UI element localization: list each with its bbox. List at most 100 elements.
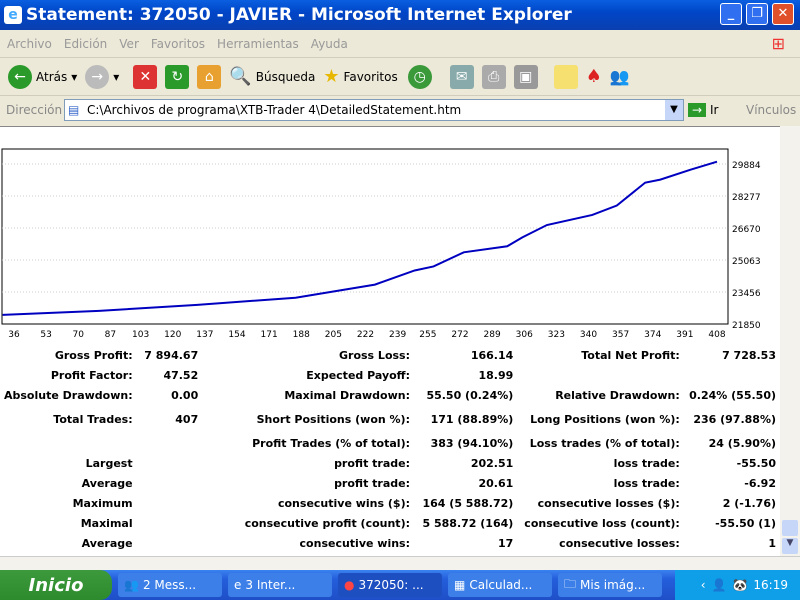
- scroll-down-icon[interactable]: ▼: [782, 538, 798, 554]
- col-label: Maximum: [72, 496, 133, 510]
- windows-logo-icon: ⊞: [771, 34, 785, 53]
- stats-row: Maximal consecutive profit (count): 5 588.…: [0, 513, 780, 533]
- x-tick-label: 222: [357, 330, 374, 340]
- col-value: [137, 433, 203, 453]
- x-tick-label: 255: [419, 330, 436, 340]
- y-tick-label: 26670: [732, 225, 761, 235]
- search-button[interactable]: 🔍 Búsqueda: [229, 66, 315, 87]
- edit-icon[interactable]: ▣: [513, 64, 538, 89]
- address-label: Dirección: [6, 103, 63, 117]
- menu-ayuda[interactable]: Ayuda: [311, 37, 348, 51]
- col-value: [137, 493, 203, 513]
- col-value: 7 728.53: [722, 348, 776, 362]
- address-input[interactable]: ▤ C:\Archivos de programa\XTB-Trader 4\D…: [64, 99, 684, 121]
- dropdown-arrow-icon[interactable]: ▼: [665, 100, 683, 120]
- col-value: 407: [175, 412, 199, 426]
- col-label: Gross Loss:: [339, 348, 410, 362]
- col-label: consecutive wins ($):: [277, 496, 410, 510]
- task-internet-explorer[interactable]: e3 Inter...: [228, 573, 332, 597]
- links-label[interactable]: Vínculos: [746, 103, 796, 117]
- col-label: Profit Factor:: [50, 368, 133, 382]
- col-label: Maximal Drawdown:: [284, 388, 410, 402]
- refresh-icon[interactable]: ↻: [165, 64, 190, 89]
- mail-icon[interactable]: ✉: [449, 64, 474, 89]
- stats-table: Gross Profit: 7 894.67 Gross Loss: 166.14 To…: [0, 345, 780, 553]
- col-label: Largest: [85, 456, 133, 470]
- col-value: 164 (5 588.72): [422, 496, 514, 510]
- favorites-button[interactable]: ★ Favoritos: [323, 66, 397, 87]
- x-tick-label: 306: [516, 330, 533, 340]
- forward-arrow-icon: →: [85, 64, 110, 89]
- x-tick-label: 408: [708, 330, 725, 340]
- scroll-thumb[interactable]: [782, 520, 798, 536]
- task-label: 372050: ...: [358, 578, 424, 592]
- menu-favoritos[interactable]: Favoritos: [151, 37, 205, 51]
- x-tick-label: 53: [40, 330, 51, 340]
- back-button[interactable]: ← Atrás ▾: [8, 64, 77, 89]
- x-tick-label: 171: [261, 330, 278, 340]
- messenger-icon[interactable]: 👥: [610, 67, 630, 86]
- go-button[interactable]: → Ir: [688, 103, 718, 117]
- plot-area: [1, 148, 729, 325]
- task-statement[interactable]: ● 372050: ...: [338, 573, 442, 597]
- vertical-scrollbar[interactable]: ▼: [780, 126, 800, 556]
- menu-ver[interactable]: Ver: [119, 37, 139, 51]
- x-tick-label: 120: [164, 330, 181, 340]
- x-tick-label: 87: [105, 330, 116, 340]
- minimize-button[interactable]: _: [720, 3, 742, 25]
- start-button[interactable]: Inicio: [0, 570, 112, 600]
- stop-icon[interactable]: ✕: [133, 64, 158, 89]
- stats-row: Absolute Drawdown: 0.00 Maximal Drawdown: 5…: [0, 385, 780, 405]
- stats-row: Total Trades: 407 Short Positions (won %):…: [0, 405, 780, 433]
- x-tick-label: 391: [676, 330, 693, 340]
- task-messenger[interactable]: 👥 2 Mess...: [118, 573, 222, 597]
- col-value: 0.24% (55.50): [689, 388, 776, 402]
- print-icon[interactable]: ⎙: [481, 64, 506, 89]
- toolbar: ← Atrás ▾ → ▾ ✕ ↻ ⌂ 🔍 Búsqueda ★ Favoritos …: [0, 58, 800, 96]
- clock: 16:19: [753, 578, 788, 592]
- menu-archivo[interactable]: Archivo: [7, 37, 52, 51]
- panda-icon[interactable]: 🐼: [732, 578, 747, 592]
- forward-button[interactable]: → ▾: [85, 64, 119, 89]
- balance-chart: 29884 28277 26670 25063 23456 21850 36 53 70 87 10…: [1, 148, 761, 340]
- x-tick-label: 103: [132, 330, 149, 340]
- note-icon[interactable]: [553, 64, 578, 89]
- home-icon[interactable]: ⌂: [197, 64, 222, 89]
- spade-icon[interactable]: ♠: [586, 66, 602, 87]
- col-value: 47.52: [163, 368, 199, 382]
- history-icon[interactable]: ◷: [407, 64, 432, 89]
- col-label: Average: [81, 476, 133, 490]
- menu-bar: Archivo Edición Ver Favoritos Herramient…: [0, 30, 800, 58]
- col-value: 55.50 (0.24%): [426, 388, 514, 402]
- messenger-icon: 👥: [124, 578, 139, 592]
- col-label: consecutive loss (count):: [524, 516, 680, 530]
- col-label: Short Positions (won %):: [256, 412, 410, 426]
- col-label: Average: [81, 536, 133, 550]
- x-tick-label: 239: [389, 330, 406, 340]
- x-tick-label: 272: [451, 330, 468, 340]
- col-label: loss trade:: [613, 456, 680, 470]
- col-label: Gross Profit:: [54, 348, 133, 362]
- menu-edicion[interactable]: Edición: [64, 37, 107, 51]
- col-label: Relative Drawdown:: [555, 388, 680, 402]
- x-tick-label: 340: [580, 330, 597, 340]
- menu-herramientas[interactable]: Herramientas: [217, 37, 299, 51]
- task-my-images[interactable]: 🗀 Mis imág...: [558, 573, 662, 597]
- calculator-icon: ▦: [454, 578, 466, 592]
- task-calculator[interactable]: ▦ Calculad...: [448, 573, 552, 597]
- col-value: [137, 473, 203, 493]
- col-label: Total Net Profit:: [581, 348, 680, 362]
- close-button[interactable]: ✕: [772, 3, 794, 25]
- back-arrow-icon: ←: [8, 64, 32, 89]
- user-icon[interactable]: 👤: [712, 578, 727, 592]
- tray-expand-icon[interactable]: ‹: [701, 578, 706, 592]
- y-tick-label: 25063: [732, 257, 761, 267]
- stats-row: Average consecutive wins: 17 consecutive lo…: [0, 533, 780, 553]
- col-value: -55.50: [736, 456, 776, 470]
- title-bar: e Statement: 372050 - JAVIER - Microsoft…: [0, 0, 800, 30]
- y-tick-label: 28277: [732, 193, 761, 203]
- horizontal-scrollbar[interactable]: [0, 556, 800, 570]
- app-icon: ●: [344, 578, 355, 592]
- col-label: profit trade:: [334, 476, 410, 490]
- maximize-button[interactable]: ❐: [746, 3, 768, 25]
